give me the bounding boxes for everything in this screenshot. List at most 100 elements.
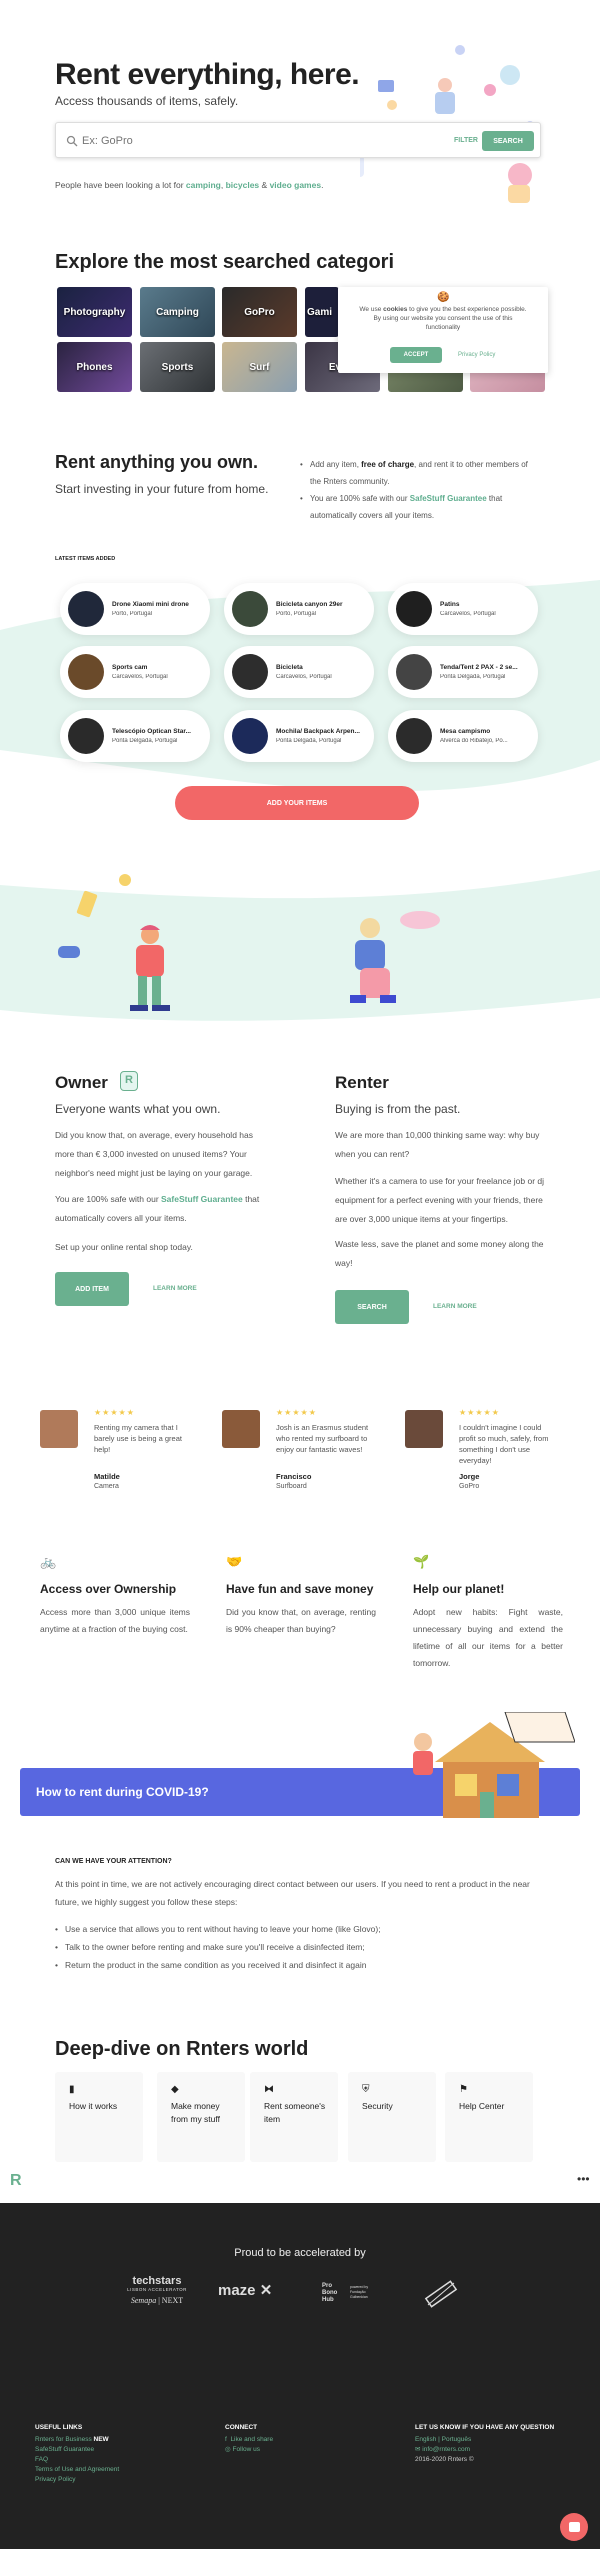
- covid-house-illustration: [405, 1711, 576, 1818]
- category-sports[interactable]: Sports: [140, 342, 215, 392]
- item-card[interactable]: Mochila/ Backpack Arpen... Ponta Delgada,…: [224, 710, 374, 762]
- feature-title: Help our planet!: [413, 1582, 505, 1596]
- item-thumbnail: [232, 591, 268, 627]
- safestuff-link[interactable]: SafeStuff Guarantee: [410, 494, 487, 503]
- search-button[interactable]: SEARCH: [482, 131, 534, 151]
- category-phones[interactable]: Phones: [57, 342, 132, 392]
- bullet-free: • Add any item, free of charge, and rent …: [300, 460, 528, 486]
- footer-link-faq[interactable]: FAQ: [35, 2455, 119, 2465]
- footer: Proud to be accelerated by techstars LIS…: [0, 2203, 600, 2549]
- deep-dive-card[interactable]: ▮ How it works: [55, 2072, 143, 2162]
- popular-searches: People have been looking a lot for campi…: [55, 180, 324, 190]
- item-card[interactable]: Tenda/Tent 2 PAX - 2 se... Ponta Delgada,…: [388, 646, 538, 698]
- deep-dive-card[interactable]: ⚑ Help Center: [445, 2072, 533, 2162]
- popular-link-video-games[interactable]: video games: [270, 180, 322, 190]
- add-your-items-button[interactable]: ADD YOUR ITEMS: [175, 786, 419, 820]
- item-card[interactable]: Patins Carcavelos, Portugal: [388, 583, 538, 635]
- popular-link-camping[interactable]: camping: [186, 180, 221, 190]
- renter-subtitle: Buying is from the past.: [335, 1102, 461, 1116]
- footer-link-business[interactable]: Rnters for Business NEW: [35, 2435, 119, 2445]
- item-card[interactable]: Bicicleta canyon 29er Porto, Portugal: [224, 583, 374, 635]
- item-location: Carcavelos, Portugal: [276, 674, 332, 680]
- instagram-link[interactable]: ◎ Follow us: [225, 2445, 273, 2455]
- feature-text: Access more than 3,000 unique items anyt…: [40, 1607, 190, 1634]
- bullet-safestuff: • You are 100% safe with our SafeStuff Gu…: [300, 494, 503, 520]
- footer-link-privacy[interactable]: Privacy Policy: [35, 2475, 119, 2485]
- popular-link-bicycles[interactable]: bicycles: [226, 180, 260, 190]
- category-camping[interactable]: Camping: [140, 287, 215, 337]
- cookie-accept-button[interactable]: ACCEPT: [390, 347, 442, 363]
- renter-p3: Waste less, save the planet and some mon…: [335, 1239, 544, 1268]
- item-card[interactable]: Bicicleta Carcavelos, Portugal: [224, 646, 374, 698]
- rating-stars: ★★★★★: [276, 1408, 317, 1417]
- item-location: Ponta Delgada, Portugal: [440, 674, 506, 680]
- add-item-button[interactable]: ADD ITEM: [55, 1272, 129, 1306]
- item-card[interactable]: Telescópio Optican Star... Ponta Delgada,…: [60, 710, 210, 762]
- chat-button[interactable]: [560, 2513, 588, 2541]
- search-input[interactable]: [82, 131, 382, 151]
- filter-button[interactable]: FILTER: [454, 137, 478, 144]
- book-icon: ▮: [69, 2084, 75, 2095]
- copyright: 2016-2020 Rnters ©: [415, 2456, 474, 2463]
- rnters-logo[interactable]: R: [10, 2172, 22, 2190]
- deep-dive-title: Deep-dive on Rnters world: [55, 2038, 309, 2060]
- deep-dive-card[interactable]: ◆ Make money from my stuff: [157, 2072, 245, 2162]
- maze-logo: maze ✕: [218, 2282, 273, 2299]
- badge-logo: [420, 2273, 462, 2315]
- item-location: Porto, Portugal: [276, 611, 317, 617]
- category-gaming[interactable]: Gami: [305, 287, 339, 337]
- rating-stars: ★★★★★: [94, 1408, 135, 1417]
- footer-link-terms[interactable]: Terms of Use and Agreement: [35, 2465, 119, 2475]
- item-card[interactable]: Drone Xiaomi mini drone Porto, Portugal: [60, 583, 210, 635]
- covid-step: • Return the product in the same conditio…: [55, 1960, 367, 1970]
- category-gopro[interactable]: GoPro: [222, 287, 297, 337]
- covid-banner-title: How to rent during COVID-19?: [36, 1785, 209, 1799]
- deep-dive-label: Security: [362, 2101, 393, 2111]
- item-name: Tenda/Tent 2 PAX - 2 se...: [440, 664, 518, 671]
- owner-learn-more-link[interactable]: LEARN MORE: [153, 1285, 197, 1292]
- flag-icon: ⚑: [459, 2084, 468, 2095]
- language-switch[interactable]: English | Português: [415, 2435, 474, 2445]
- rent-anything-title: Rent anything you own.: [55, 452, 258, 472]
- testimonial-item: GoPro: [459, 1483, 480, 1490]
- category-surf[interactable]: Surf: [222, 342, 297, 392]
- owner-p3: Set up your online rental shop today.: [55, 1242, 193, 1252]
- item-name: Mochila/ Backpack Arpen...: [276, 728, 360, 735]
- renter-learn-more-link[interactable]: LEARN MORE: [433, 1303, 477, 1310]
- item-card[interactable]: Mesa campismo Alverca do Ribatejo, Po...: [388, 710, 538, 762]
- feature-title: Have fun and save money: [226, 1582, 374, 1596]
- rent-anything-subtitle: Start investing in your future from home…: [55, 482, 269, 496]
- email-link[interactable]: ✉ info@rnters.com: [415, 2445, 474, 2455]
- item-thumbnail: [396, 718, 432, 754]
- testimonial-name: Francisco: [276, 1472, 312, 1481]
- facebook-link[interactable]: f Like and share: [225, 2435, 273, 2445]
- owner-safestuff-link[interactable]: SafeStuff Guarantee: [161, 1194, 243, 1204]
- shield-icon: ⛨: [362, 2084, 370, 2095]
- item-card[interactable]: Sports cam Carcavelos, Portugal: [60, 646, 210, 698]
- privacy-policy-link[interactable]: Privacy Policy: [458, 352, 495, 358]
- testimonial-card: ★★★★★ Josh is an Erasmus student who rent…: [222, 1408, 382, 1498]
- plant-icon: 🌱: [413, 1554, 430, 1569]
- testimonial-item: Surfboard: [276, 1483, 307, 1490]
- rnters-r-icon: R: [120, 1071, 138, 1091]
- covid-step: • Talk to the owner before renting and ma…: [55, 1942, 365, 1952]
- category-photography[interactable]: Photography: [57, 287, 132, 337]
- owner-p1: Did you know that, on average, every hou…: [55, 1130, 253, 1178]
- feature-block: 🌱 Help our planet! Adopt new habits: Fight…: [413, 1554, 563, 1684]
- bicycle-icon: 🚲: [40, 1554, 57, 1569]
- deep-dive-card[interactable]: ⛨ Security: [348, 2072, 436, 2162]
- connect-heading: CONNECT: [225, 2424, 258, 2431]
- hero-title: Rent everything, here.: [55, 58, 360, 91]
- deep-dive-label: How it works: [69, 2101, 118, 2111]
- explore-title: Explore the most searched categori: [55, 251, 395, 273]
- deep-dive-card[interactable]: ⧓ Rent someone's item: [250, 2072, 338, 2162]
- feature-text: Did you know that, on average, renting i…: [226, 1607, 376, 1634]
- footer-link-safestuff[interactable]: SafeStuff Guarantee: [35, 2445, 119, 2455]
- item-location: Ponta Delgada, Portugal: [112, 738, 178, 744]
- cookie-banner: 🍪 We use cookies to give you the best ex…: [338, 287, 548, 373]
- feature-block: 🚲 Access over Ownership Access more than 3…: [40, 1554, 190, 1684]
- feature-text: Adopt new habits: Fight waste, unnecessa…: [413, 1607, 563, 1668]
- item-location: Carcavelos, Portugal: [440, 611, 496, 617]
- more-options-icon[interactable]: •••: [577, 2172, 590, 2186]
- renter-search-button[interactable]: SEARCH: [335, 1290, 409, 1324]
